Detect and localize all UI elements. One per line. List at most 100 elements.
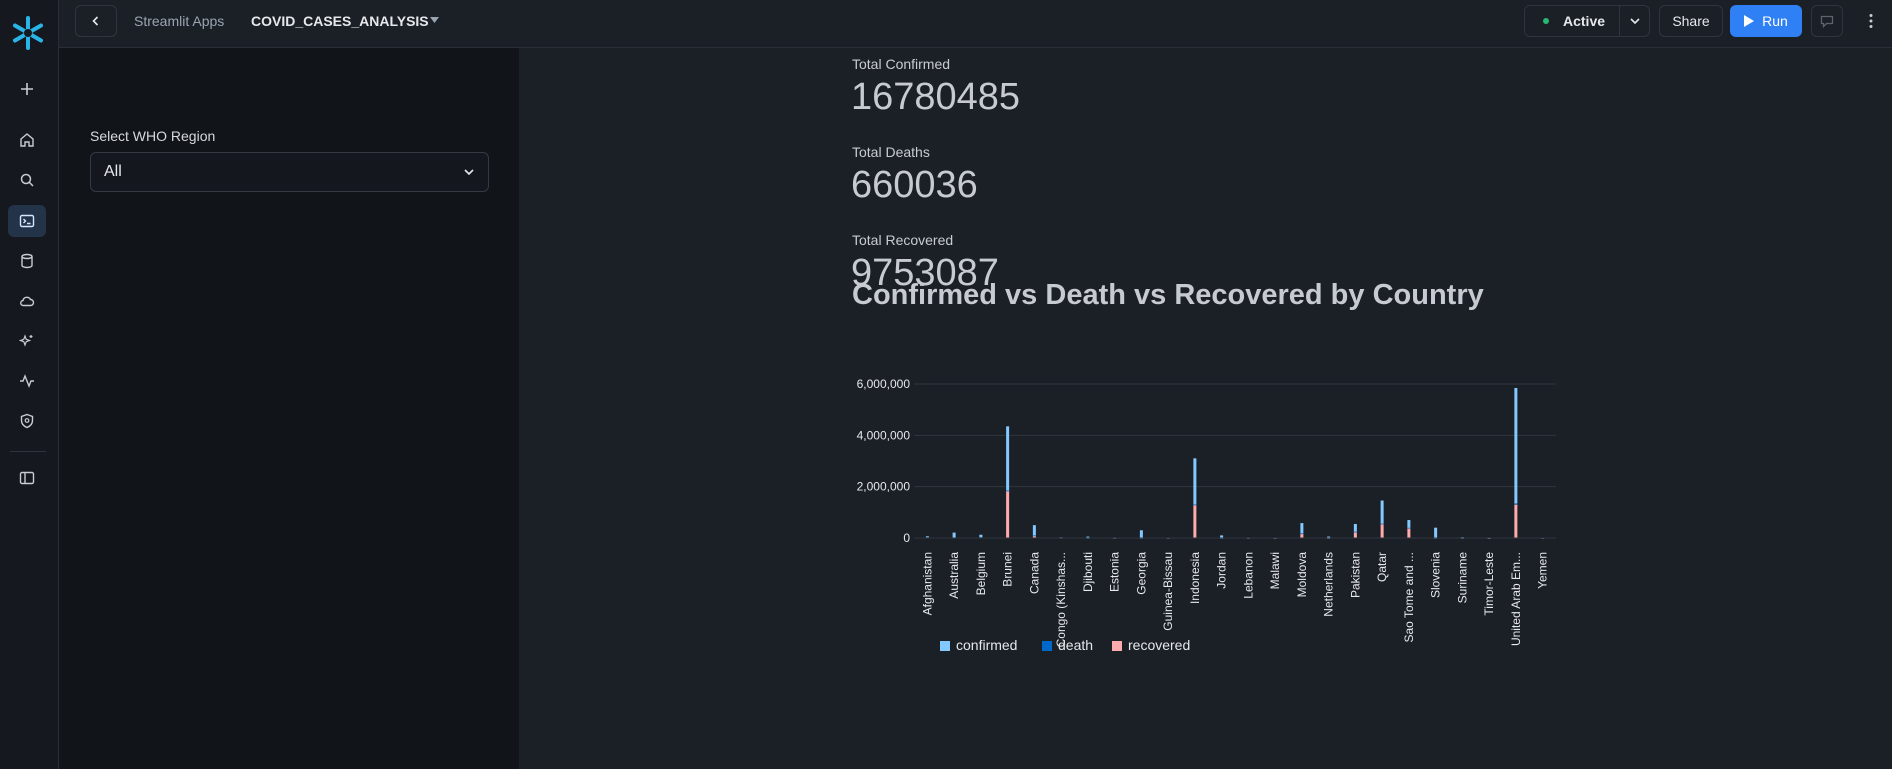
chart-title: Confirmed vs Death vs Recovered by Count… [852, 279, 1484, 311]
x-tick-label: Suriname [1455, 552, 1469, 604]
nav-data-products[interactable] [8, 285, 46, 317]
back-button[interactable] [75, 5, 117, 37]
plus-icon [21, 83, 33, 95]
bar-confirmed [1193, 458, 1197, 505]
region-select-label: Select WHO Region [90, 128, 216, 144]
region-select[interactable]: All [90, 152, 489, 192]
y-tick-label: 6,000,000 [857, 377, 911, 391]
bar-death [1514, 503, 1518, 505]
bar-death [1380, 523, 1384, 525]
search-icon [20, 173, 34, 187]
chevron-down-icon [464, 169, 474, 176]
create-button[interactable] [8, 73, 46, 105]
x-tick-label: Australia [947, 552, 961, 599]
bar-death [1193, 504, 1197, 506]
nav-ai-ml[interactable] [8, 325, 46, 357]
bar-death [1006, 490, 1010, 492]
caret-down-icon[interactable] [430, 17, 439, 23]
nav-admin[interactable] [8, 405, 46, 437]
bar-death [1032, 535, 1036, 537]
bar-confirmed [1032, 525, 1036, 536]
history-icon [1820, 15, 1834, 29]
x-tick-label: Netherlands [1322, 552, 1336, 617]
x-tick-label: Brunei [1001, 552, 1015, 587]
bar-confirmed [952, 532, 956, 538]
bar-confirmed [1353, 523, 1357, 532]
status-label: Active [1563, 13, 1606, 29]
nav-data[interactable] [8, 245, 46, 277]
bar-confirmed [925, 536, 929, 538]
bar-confirmed [1139, 530, 1143, 538]
terminal-icon [19, 214, 35, 228]
metric-label-recovered: Total Recovered [852, 232, 954, 248]
share-button[interactable]: Share [1659, 5, 1723, 37]
legend-swatch-confirmed [940, 641, 950, 651]
status-button[interactable]: Active [1524, 5, 1620, 37]
nav-projects[interactable] [8, 205, 46, 237]
run-button[interactable]: Run [1730, 5, 1802, 37]
y-tick-label: 4,000,000 [857, 428, 911, 442]
bar-chart: 6,000,000 4,000,000 2,000,000 0 Afghanistan A… [857, 377, 1556, 653]
x-tick-label: Malawi [1268, 552, 1282, 589]
x-tick-label: Guinea-Bissau [1161, 552, 1175, 631]
bar-recovered [1514, 504, 1518, 538]
legend-swatch-recovered [1112, 641, 1122, 651]
sidebar-toggle-icon [19, 471, 35, 485]
app-sidebar: Select WHO Region All [59, 48, 519, 769]
status-dropdown-button[interactable] [1620, 5, 1650, 37]
chevron-down-icon [1629, 18, 1640, 25]
x-tick-label: Georgia [1134, 552, 1148, 595]
x-tick-label: United Arab Em... [1509, 552, 1523, 646]
bar-confirmed [1006, 426, 1010, 491]
x-tick-label: Canada [1027, 552, 1041, 594]
x-tick-label: Estonia [1108, 552, 1122, 592]
legend-label-confirmed: confirmed [956, 637, 1017, 653]
activity-icon [20, 374, 34, 388]
x-tick-label: Moldova [1295, 552, 1309, 598]
x-tick-label: Indonesia [1188, 552, 1202, 604]
database-icon [21, 253, 33, 269]
bar-confirmed [1300, 523, 1304, 534]
metric-value-confirmed: 16780485 [851, 76, 1021, 118]
bar-confirmed [1407, 520, 1411, 528]
x-tick-label: Slovenia [1429, 552, 1443, 598]
app-name[interactable]: COVID_CASES_ANALYSIS [251, 13, 429, 29]
y-tick-label: 2,000,000 [857, 480, 911, 494]
bar-recovered [1407, 527, 1411, 538]
nav-home[interactable] [8, 124, 46, 156]
bar-recovered [1380, 523, 1384, 538]
play-icon [1744, 15, 1755, 27]
left-nav-rail [0, 0, 59, 769]
history-button[interactable] [1811, 5, 1843, 37]
sparkle-icon [19, 334, 33, 347]
cloud-icon [20, 296, 35, 307]
x-tick-label: Qatar [1375, 552, 1389, 582]
x-tick-label: Yemen [1536, 552, 1550, 589]
y-tick-label: 0 [903, 531, 910, 545]
snowflake-logo-icon[interactable] [9, 14, 47, 52]
toggle-sidebar-button[interactable] [8, 462, 46, 494]
nav-monitoring[interactable] [8, 365, 46, 397]
bar-death [1300, 533, 1304, 535]
bar-confirmed [1380, 500, 1384, 524]
main-content: Total Confirmed 16780485 Total Deaths 66… [519, 48, 1892, 769]
bar-confirmed [1434, 527, 1438, 538]
metric-label-deaths: Total Deaths [852, 144, 930, 160]
more-options-button[interactable] [1859, 8, 1883, 34]
breadcrumb[interactable]: Streamlit Apps [134, 13, 224, 29]
bar-death [1353, 531, 1357, 533]
x-tick-label: Congo (Kinshas... [1054, 552, 1068, 647]
x-tick-label: Djibouti [1081, 552, 1095, 592]
bar-confirmed [1514, 387, 1518, 504]
region-select-value: All [104, 163, 122, 180]
bar-recovered [1353, 531, 1357, 538]
nav-search[interactable] [8, 164, 46, 196]
x-tick-label: Afghanistan [920, 552, 934, 615]
legend-label-recovered: recovered [1128, 637, 1190, 653]
legend-label-death: death [1058, 637, 1093, 653]
run-label: Run [1762, 13, 1788, 29]
bar-recovered [1006, 490, 1010, 538]
x-tick-label: Sao Tome and ... [1402, 552, 1416, 643]
metric-label-confirmed: Total Confirmed [852, 56, 951, 72]
home-icon [20, 133, 34, 147]
